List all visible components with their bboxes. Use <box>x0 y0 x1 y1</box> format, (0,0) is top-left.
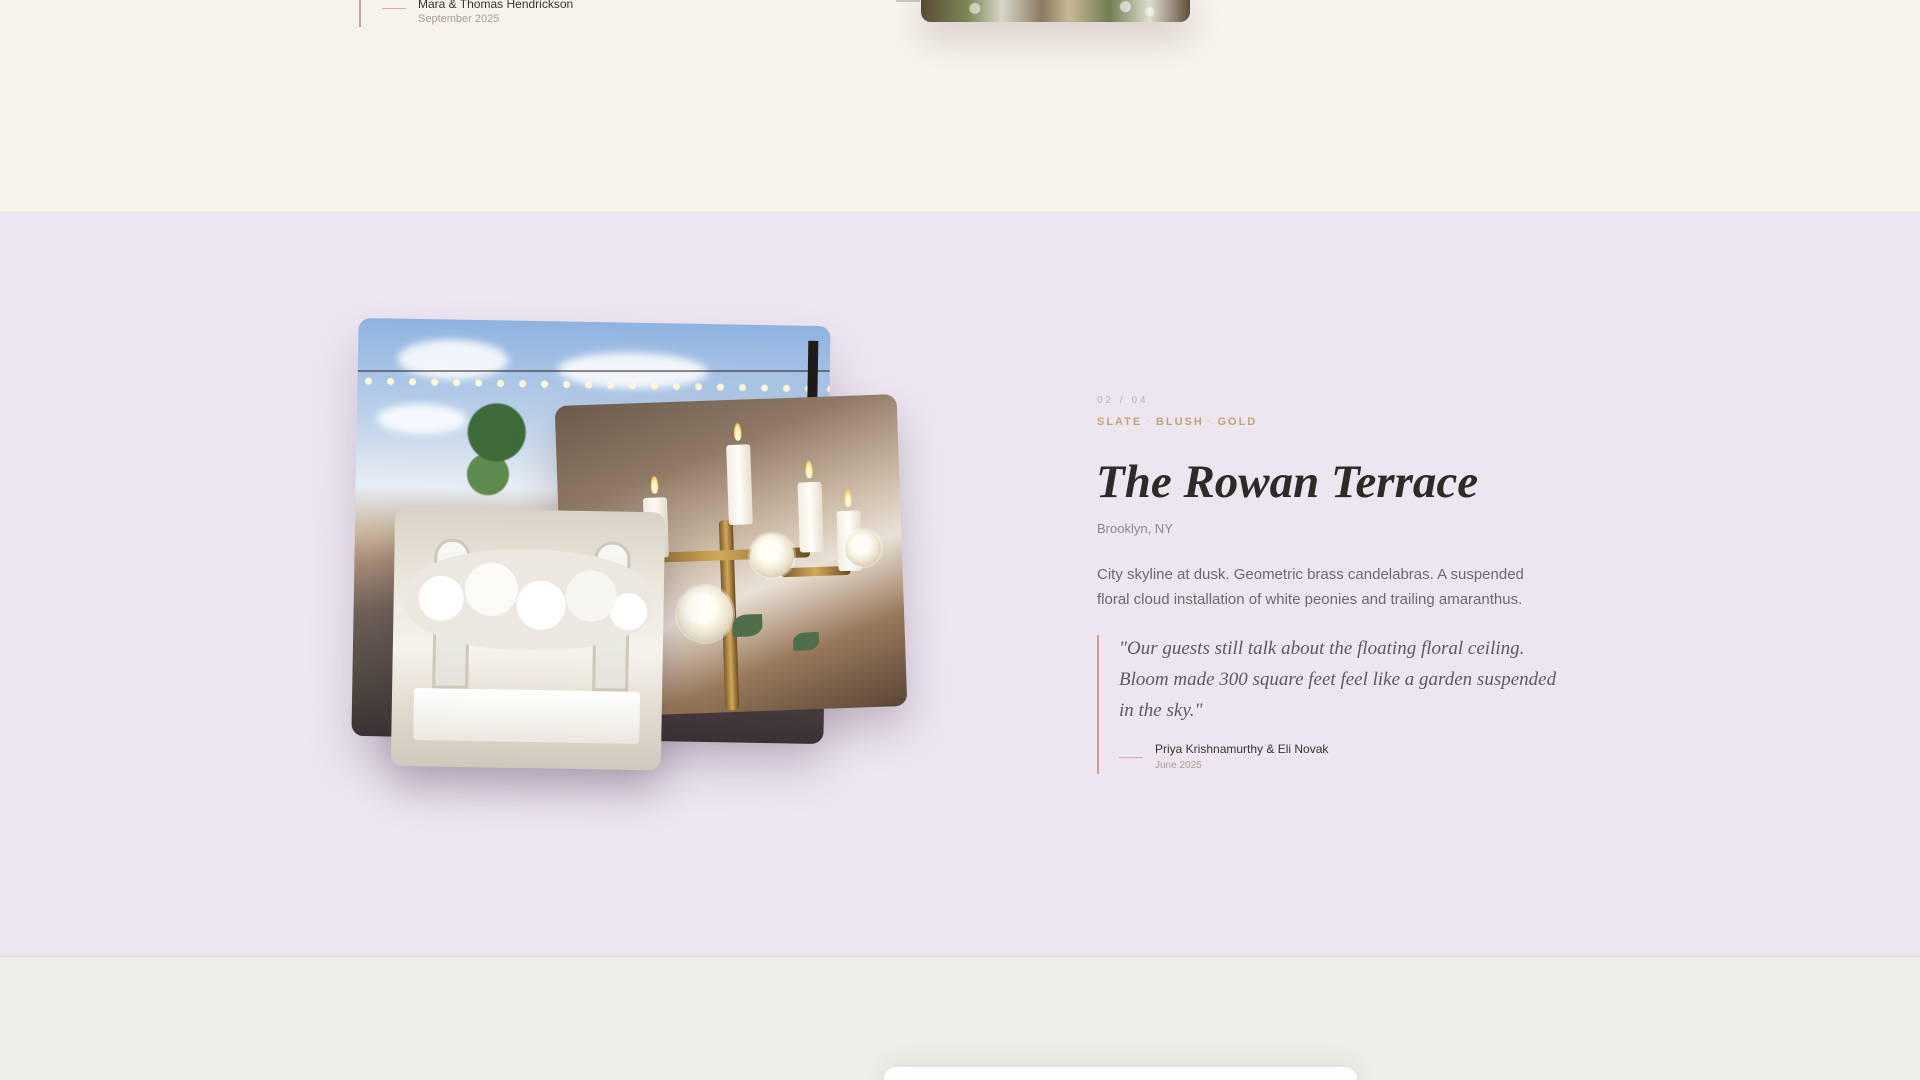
floral-cloud-installation <box>402 547 655 653</box>
cloud-shape <box>376 403 468 435</box>
author-dash <box>382 8 406 9</box>
testimonial-author: Priya Krishnamurthy & Eli Novak <box>1155 742 1329 756</box>
white-rose <box>844 529 882 568</box>
venue-title: The Rowan Terrace <box>1096 456 1479 508</box>
testimonial-author: Mara & Thomas Hendrickson <box>418 0 574 11</box>
venue-location: Brooklyn, NY <box>1097 521 1173 536</box>
floral-ceiling-hall-photo[interactable] <box>390 507 666 771</box>
venue-description: City skyline at dusk. Geometric brass ca… <box>1097 566 1524 608</box>
palette-color: BLUSH <box>1155 416 1204 428</box>
candle <box>797 481 824 553</box>
testimonial-date: June 2025 <box>1155 760 1202 771</box>
quote-rule <box>359 0 361 27</box>
color-palette: SLATE · BLUSH · GOLD <box>1097 416 1257 428</box>
palette-color: GOLD <box>1217 416 1258 428</box>
leaf <box>732 613 763 637</box>
testimonial-quote: "Our guests still talk about the floatin… <box>1119 638 1557 721</box>
previous-venue-section: Mara & Thomas Hendrickson September 2025 <box>0 0 1920 213</box>
venue-section <box>0 213 1920 957</box>
quote-rule <box>1097 635 1099 774</box>
palette-separator: · <box>1146 416 1152 428</box>
venue-counter: 02 / 04 <box>1097 395 1149 406</box>
venue-photo-collage <box>351 317 908 772</box>
next-venue-card[interactable] <box>884 1067 1357 1080</box>
banquet-table <box>413 688 641 744</box>
garden-path-photo <box>921 0 1190 22</box>
string-light-wire <box>357 370 830 373</box>
leaf <box>792 631 820 651</box>
palette-color: SLATE <box>1097 416 1143 428</box>
author-dash <box>1119 757 1143 758</box>
photo-shadow-edge <box>896 0 920 2</box>
testimonial-date: September 2025 <box>418 13 500 25</box>
string-lights <box>357 373 830 397</box>
next-venue-section <box>0 957 1920 1080</box>
candle <box>726 444 753 526</box>
palette-separator: · <box>1207 416 1214 428</box>
